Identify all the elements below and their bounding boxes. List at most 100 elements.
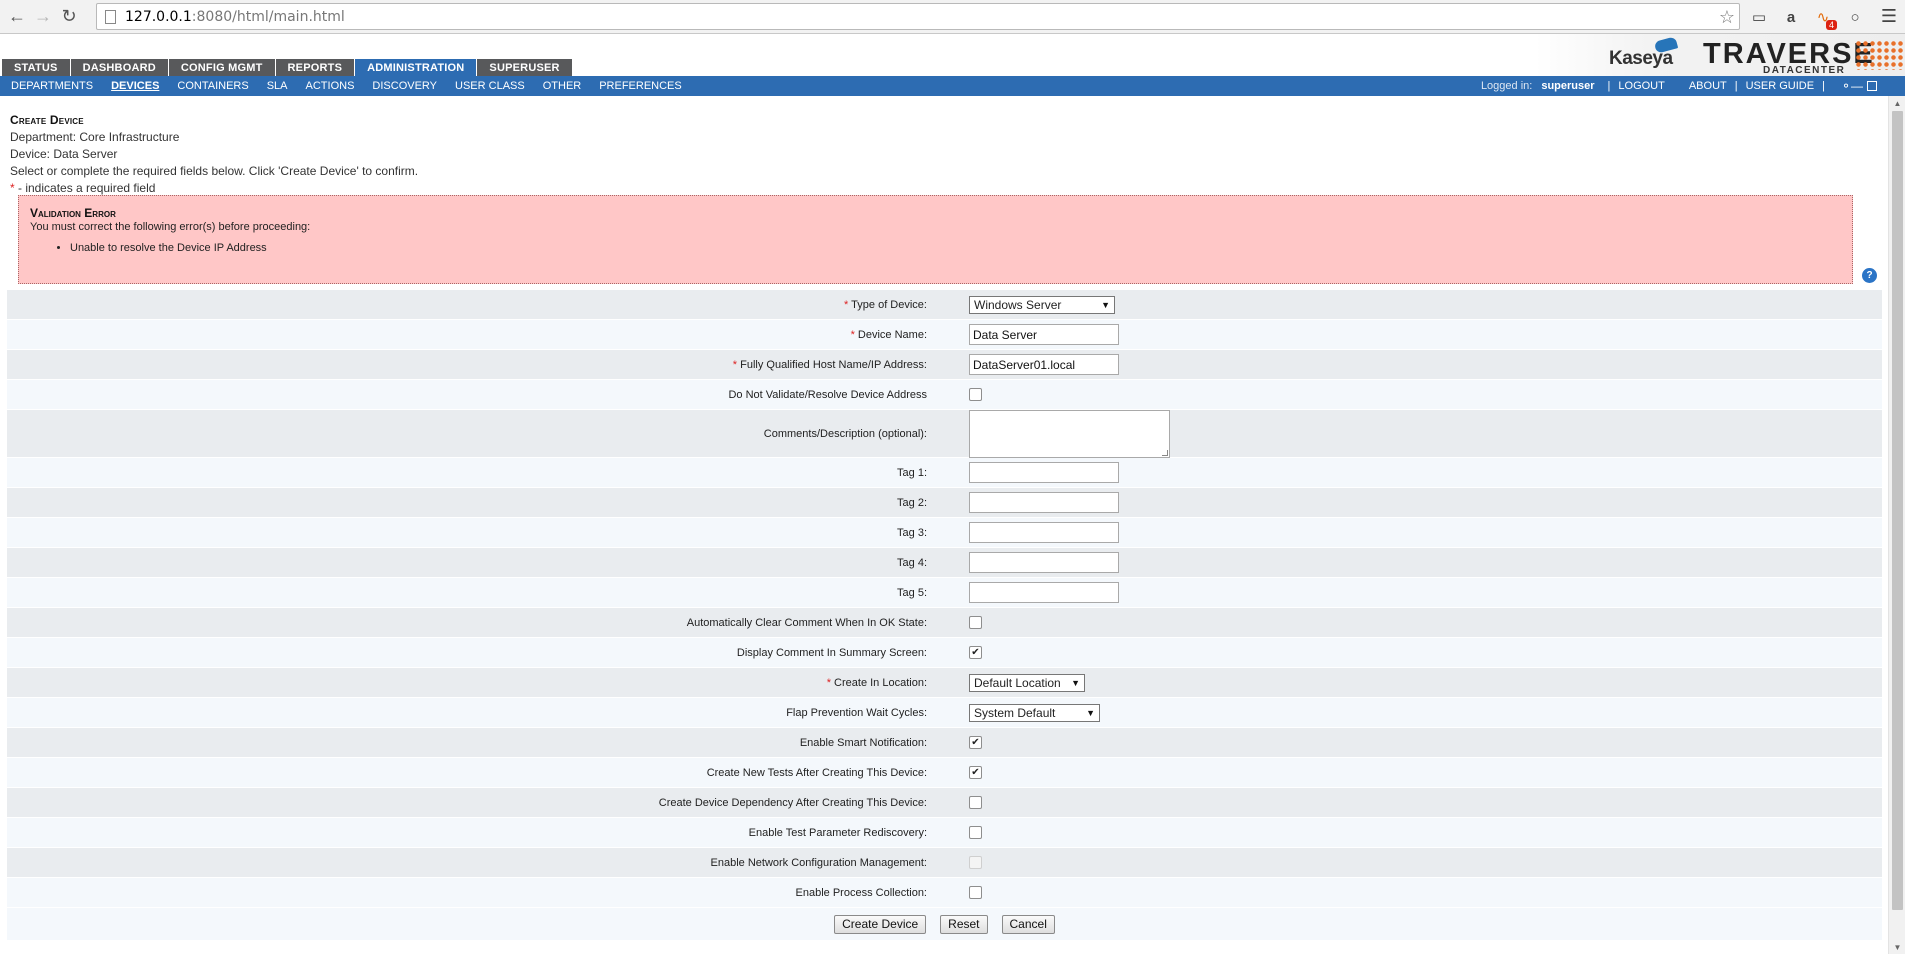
datacenter-logo-text: DATACENTER [1763, 65, 1846, 76]
subnav-sla[interactable]: SLA [260, 80, 296, 92]
checkmark-icon: ✔ [971, 766, 980, 778]
create-dependency-label: Create Device Dependency After Creating … [658, 796, 927, 809]
dropdown-arrow-icon: ▼ [1101, 299, 1110, 310]
browser-menu-icon[interactable]: ☰ [1881, 6, 1897, 27]
key-icon[interactable]: ⚬— [1841, 79, 1863, 93]
row-display-comment: Display Comment In Summary Screen: ✔ [7, 638, 1882, 668]
create-dependency-checkbox[interactable] [969, 796, 982, 809]
tag4-input[interactable] [969, 552, 1119, 573]
no-validate-checkbox[interactable] [969, 388, 982, 401]
required-note-text: - indicates a required field [14, 181, 156, 195]
tag1-label: Tag 1: [897, 466, 927, 479]
error-message: You must correct the following error(s) … [30, 221, 311, 233]
vertical-scrollbar[interactable]: ▲ ▼ [1888, 96, 1905, 954]
required-marker: * [732, 358, 738, 371]
subnav-user-class[interactable]: USER CLASS [448, 80, 533, 92]
location-value: Default Location [974, 675, 1061, 690]
about-link[interactable]: ABOUT [1689, 80, 1727, 92]
scroll-thumb[interactable] [1892, 111, 1903, 910]
create-device-button[interactable]: Create Device [834, 914, 927, 934]
scroll-up-icon[interactable]: ▲ [1889, 96, 1905, 110]
required-marker: * [844, 298, 849, 311]
row-location: * Create In Location: Default Location ▼ [7, 668, 1882, 698]
logout-link[interactable]: LOGOUT [1618, 80, 1664, 92]
test-rediscovery-checkbox[interactable] [969, 826, 982, 839]
resize-grip-icon[interactable] [1162, 449, 1168, 456]
app-header: STATUS DASHBOARD CONFIG MGMT REPORTS ADM… [0, 34, 1905, 76]
tag5-input[interactable] [969, 582, 1119, 603]
tab-config-mgmt[interactable]: CONFIG MGMT [168, 59, 275, 76]
reset-button[interactable]: Reset [940, 914, 988, 934]
row-create-dependency: Create Device Dependency After Creating … [7, 788, 1882, 818]
flap-value: System Default [974, 705, 1056, 720]
create-tests-checkbox[interactable]: ✔ [969, 766, 982, 779]
flap-select[interactable]: System Default ▼ [969, 703, 1100, 722]
extension-icon[interactable]: ○ [1844, 6, 1866, 28]
subnav-devices[interactable]: DEVICES [104, 80, 167, 92]
user-guide-link[interactable]: USER GUIDE [1746, 80, 1814, 92]
location-select[interactable]: Default Location ▼ [969, 673, 1085, 692]
cast-icon[interactable]: ▭ [1748, 6, 1770, 28]
row-tag1: Tag 1: [7, 458, 1882, 488]
validation-error-box: Validation Error You must correct the fo… [18, 195, 1853, 284]
device-name-input[interactable] [969, 324, 1119, 345]
smart-notification-label: Enable Smart Notification: [799, 736, 927, 749]
ncm-label: Enable Network Configuration Management: [710, 856, 927, 869]
row-tag4: Tag 4: [7, 548, 1882, 578]
subnav-actions[interactable]: ACTIONS [299, 80, 363, 92]
scroll-down-icon[interactable]: ▼ [1889, 940, 1905, 954]
instructions-text: Select or complete the required fields b… [10, 164, 419, 178]
tab-administration[interactable]: ADMINISTRATION [355, 59, 477, 76]
display-comment-checkbox[interactable]: ✔ [969, 646, 982, 659]
dropdown-arrow-icon: ▼ [1071, 677, 1080, 688]
host-input[interactable] [969, 354, 1119, 375]
tab-status[interactable]: STATUS [2, 59, 70, 76]
subnav-containers[interactable]: CONTAINERS [170, 80, 256, 92]
row-tag5: Tag 5: [7, 578, 1882, 608]
main-tabs: STATUS DASHBOARD CONFIG MGMT REPORTS ADM… [2, 59, 573, 76]
amazon-icon[interactable]: a [1780, 6, 1802, 28]
bookmark-star-icon[interactable]: ☆ [1719, 7, 1735, 28]
rss-badge: 4 [1825, 20, 1837, 30]
row-comments: Comments/Description (optional): [7, 409, 1882, 458]
address-bar[interactable]: 127.0.0.1:8080/html/main.html ☆ [96, 3, 1740, 30]
tab-superuser[interactable]: SUPERUSER [477, 59, 572, 76]
subnav-other[interactable]: OTHER [536, 80, 590, 92]
row-device-name: * Device Name: [7, 320, 1882, 350]
required-marker: * [850, 328, 855, 341]
browser-toolbar: ← → ↻ 127.0.0.1:8080/html/main.html ☆ ▭ … [0, 0, 1905, 34]
auto-clear-checkbox[interactable] [969, 616, 982, 629]
forward-arrow-icon[interactable]: → [30, 4, 56, 30]
back-arrow-icon[interactable]: ← [4, 4, 30, 30]
tab-dashboard[interactable]: DASHBOARD [70, 59, 168, 76]
subnav-departments[interactable]: DEPARTMENTS [4, 80, 101, 92]
row-auto-clear: Automatically Clear Comment When In OK S… [7, 608, 1882, 638]
separator: | [1822, 80, 1825, 92]
collapse-icon[interactable] [1867, 81, 1877, 91]
cancel-button[interactable]: Cancel [1001, 914, 1055, 934]
tag3-input[interactable] [969, 522, 1119, 543]
smart-notification-checkbox[interactable]: ✔ [969, 736, 982, 749]
tag2-input[interactable] [969, 492, 1119, 513]
reload-icon[interactable]: ↻ [56, 4, 82, 30]
tag2-label: Tag 2: [897, 496, 927, 509]
rss-icon[interactable]: ∿ 4 [1812, 6, 1837, 30]
checkmark-icon: ✔ [971, 736, 980, 748]
comments-textarea[interactable] [969, 409, 1170, 458]
process-collection-checkbox[interactable] [969, 886, 982, 899]
comments-label: Comments/Description (optional): [763, 427, 927, 440]
row-smart-notification: Enable Smart Notification: ✔ [7, 728, 1882, 758]
type-of-device-select[interactable]: Windows Server ▼ [969, 295, 1115, 314]
tab-reports[interactable]: REPORTS [275, 59, 355, 76]
tag4-label: Tag 4: [897, 556, 927, 569]
kaseya-logo-text: Kaseya [1609, 48, 1673, 69]
error-list: Unable to resolve the Device IP Address [30, 242, 1841, 254]
subnav-preferences[interactable]: PREFERENCES [592, 80, 690, 92]
create-tests-label: Create New Tests After Creating This Dev… [706, 766, 927, 779]
type-of-device-label: Type of Device: [851, 298, 927, 311]
required-marker: * [826, 676, 831, 689]
subnav-discovery[interactable]: DISCOVERY [365, 80, 445, 92]
logo: Kaseya TRAVERSE DATACENTER [1535, 34, 1905, 76]
tag1-input[interactable] [969, 462, 1119, 483]
help-icon[interactable]: ? [1862, 268, 1877, 283]
